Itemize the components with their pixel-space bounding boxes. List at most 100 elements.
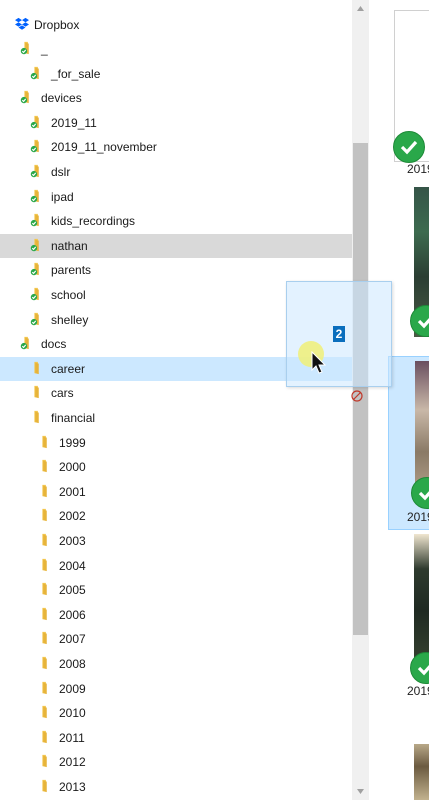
folder-icon <box>42 730 47 744</box>
folder-tree: Dropbox _ _for_saledevices 2019_11 2019_11_… <box>0 0 352 800</box>
file-tile[interactable] <box>388 744 429 800</box>
folder-icon <box>42 656 47 670</box>
file-thumbnail <box>414 744 429 800</box>
synced-folder-icon <box>30 287 39 301</box>
synced-folder-icon <box>30 213 39 227</box>
tree-item-label: 2004 <box>59 559 86 573</box>
tree-item-label: 2019_11 <box>51 116 97 130</box>
synced-folder-icon <box>30 262 39 276</box>
no-drop-icon <box>351 390 363 402</box>
scrollbar-thumb[interactable] <box>353 143 368 635</box>
tree-item-label: docs <box>41 337 67 351</box>
tree-item-2011[interactable]: 2011 <box>0 726 352 750</box>
tree-item-label: 2006 <box>59 608 86 622</box>
folder-icon <box>42 681 47 695</box>
synced-check-icon <box>393 131 425 163</box>
mouse-pointer-icon <box>311 351 327 374</box>
tree-item-nathan[interactable]: nathan <box>0 234 352 258</box>
tree-item-[interactable]: _ <box>0 37 352 61</box>
scroll-down-arrow-icon[interactable] <box>352 783 369 800</box>
tree-item-2013[interactable]: 2013 <box>0 775 352 799</box>
synced-check-icon <box>410 652 429 684</box>
tree-item-label: 2007 <box>59 632 86 646</box>
tree-item-2000[interactable]: 2000 <box>0 455 352 479</box>
tree-item-label: career <box>51 362 86 376</box>
tree-item-label: 2011 <box>59 731 85 745</box>
file-tile[interactable]: 2019 <box>388 10 429 178</box>
tree-item-2009[interactable]: 2009 <box>0 677 352 701</box>
tree-item-2019-11-november[interactable]: 2019_11_november <box>0 135 352 159</box>
tree-item-label: 2001 <box>59 485 86 499</box>
tree-item-2007[interactable]: 2007 <box>0 627 352 651</box>
synced-folder-icon <box>30 312 39 326</box>
file-caption: 2019 <box>407 684 429 698</box>
tree-item-label: 2009 <box>59 682 86 696</box>
tree-item-2003[interactable]: 2003 <box>0 529 352 553</box>
synced-check-icon <box>410 305 429 337</box>
tree-item-label: ipad <box>51 190 74 204</box>
scroll-up-arrow-icon[interactable] <box>352 0 369 17</box>
tree-item-dslr[interactable]: dslr <box>0 160 352 184</box>
tree-item-label: 2013 <box>59 780 86 794</box>
tree-item-label: cars <box>51 386 74 400</box>
synced-folder-icon <box>30 139 39 153</box>
tree-item-financial[interactable]: financial <box>0 406 352 430</box>
tree-item-ipad[interactable]: ipad <box>0 185 352 209</box>
tree-item-label: kids_recordings <box>51 214 136 228</box>
tree-item-2005[interactable]: 2005 <box>0 578 352 602</box>
tree-root-dropbox[interactable]: Dropbox <box>0 13 352 37</box>
tree-item-2012[interactable]: 2012 <box>0 750 352 774</box>
tree-item-label: 2012 <box>59 755 86 769</box>
file-tile[interactable]: 2019 <box>388 534 429 704</box>
tree-item-1999[interactable]: 1999 <box>0 431 352 455</box>
folder-icon <box>42 435 47 449</box>
folder-icon <box>42 779 47 793</box>
folder-icon <box>42 533 47 547</box>
folder-icon <box>42 582 47 596</box>
folder-icon <box>34 361 39 375</box>
tree-item-label: 2003 <box>59 534 86 548</box>
tree-item-label: school <box>51 288 86 302</box>
tree-item-2002[interactable]: 2002 <box>0 504 352 528</box>
folder-icon <box>42 484 47 498</box>
synced-folder-icon <box>20 90 29 104</box>
dropbox-icon <box>15 17 29 30</box>
tree-item-label: parents <box>51 263 92 277</box>
file-view-pane: 2019 2019 2019 <box>369 0 429 800</box>
synced-folder-icon <box>30 238 39 252</box>
folder-icon <box>42 459 47 473</box>
synced-folder-icon <box>20 336 29 350</box>
synced-check-icon <box>411 477 429 509</box>
tree-item-label: 2000 <box>59 460 86 474</box>
tree-item-label: 2008 <box>59 657 86 671</box>
tree-item-2004[interactable]: 2004 <box>0 554 352 578</box>
folder-icon <box>34 385 39 399</box>
tree-item-2008[interactable]: 2008 <box>0 652 352 676</box>
tree-item-label: devices <box>41 91 82 105</box>
tree-item-label: _ <box>41 42 48 56</box>
tree-item-label: 2019_11_november <box>51 140 157 154</box>
tree-item-for-sale[interactable]: _for_sale <box>0 62 352 86</box>
file-tile-selected[interactable]: 2019 <box>388 356 429 530</box>
tree-item-label: financial <box>51 411 96 425</box>
tree-item-label: 2002 <box>59 509 86 523</box>
tree-item-2019-11[interactable]: 2019_11 <box>0 111 352 135</box>
tree-item-2001[interactable]: 2001 <box>0 480 352 504</box>
synced-folder-icon <box>30 189 39 203</box>
folder-icon <box>42 508 47 522</box>
tree-item-2010[interactable]: 2010 <box>0 701 352 725</box>
folder-icon <box>42 705 47 719</box>
tree-item-label: _for_sale <box>51 67 101 81</box>
drag-item-count-badge: 2 <box>333 326 345 342</box>
tree-item-label: 1999 <box>59 436 86 450</box>
file-caption: 2019 <box>407 162 429 176</box>
drag-preview: 2 <box>286 281 392 387</box>
tree-item-kids-recordings[interactable]: kids_recordings <box>0 209 352 233</box>
tree-item-devices[interactable]: devices <box>0 86 352 110</box>
file-tile[interactable] <box>388 187 429 357</box>
folder-icon <box>42 754 47 768</box>
tree-item-parents[interactable]: parents <box>0 258 352 282</box>
folder-icon <box>42 607 47 621</box>
tree-item-2006[interactable]: 2006 <box>0 603 352 627</box>
folder-icon <box>34 410 39 424</box>
